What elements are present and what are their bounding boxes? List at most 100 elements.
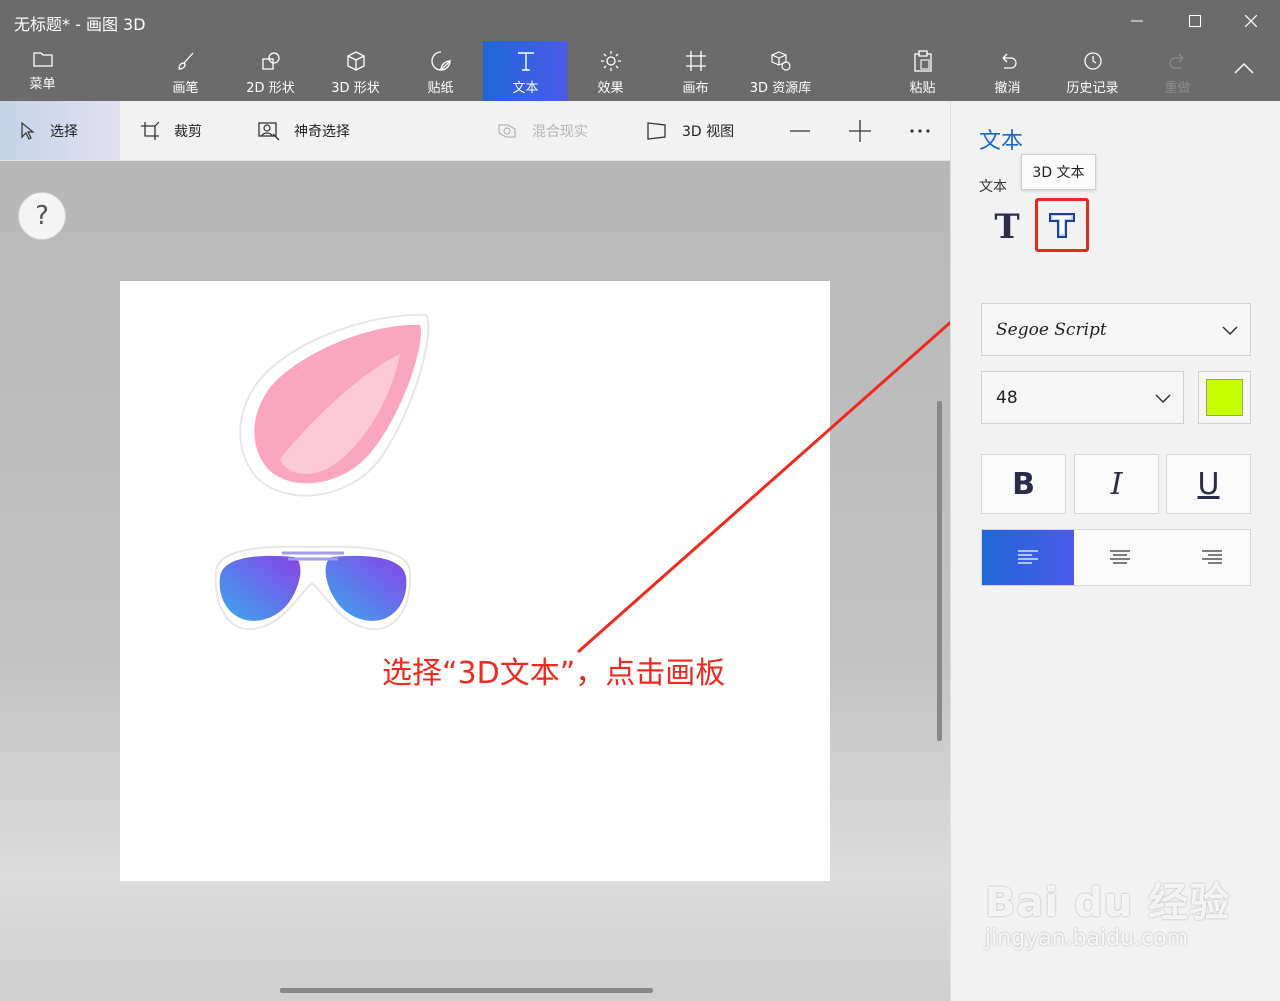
maximize-button[interactable] [1166,0,1224,41]
crop-label: 裁剪 [174,123,202,140]
magic-select-tool[interactable]: 神奇选择 [258,101,350,160]
annotation-text: 选择“3D文本”，点击画板 [382,656,726,691]
view-3d-icon [647,121,666,140]
more-options-button[interactable] [908,101,932,160]
maximize-icon [1189,14,1201,27]
paste-button[interactable]: 粘贴 [880,41,965,101]
folder-icon [32,52,53,67]
magic-select-label: 神奇选择 [294,123,350,140]
plus-icon [849,119,871,142]
mixed-reality-label: 混合现实 [532,123,588,140]
horizontal-scrollbar[interactable] [280,988,653,993]
drawing-canvas[interactable] [120,281,830,881]
alignment-group [981,529,1251,586]
text-label: 文本 [512,81,539,96]
redo-icon [1168,53,1183,69]
more-icon [910,128,930,133]
shapes-2d-button[interactable]: 2D 形状 [228,41,313,101]
workspace[interactable]: ? [0,161,950,1001]
chevron-down-icon [1155,394,1171,404]
help-button[interactable]: ? [18,192,66,240]
select-tool[interactable]: 选择 [0,101,120,160]
align-center-button[interactable] [1074,530,1166,585]
window-title: 无标题* - 画图 3D [14,15,146,34]
minus-icon [790,129,810,132]
cube-icon [346,51,365,71]
shapes-3d-button[interactable]: 3D 形状 [313,41,398,101]
minimize-button[interactable] [1108,0,1166,41]
text-button[interactable]: 文本 [483,41,568,101]
watermark-url: jingyan.baidu.com [985,926,1189,951]
library-3d-label: 3D 资源库 [749,81,812,96]
redo-label: 重做 [1164,81,1191,96]
mixed-reality-icon [498,123,516,138]
menu-label: 菜单 [29,77,56,92]
undo-label: 撤消 [994,81,1021,96]
shapes-3d-label: 3D 形状 [331,81,380,96]
library-3d-button[interactable]: 3D 资源库 [738,41,823,101]
minimize-icon [1131,20,1143,21]
watermark: Bai du 经验 jingyan.baidu.com [985,870,1230,951]
view-3d-tool[interactable]: 3D 视图 [646,101,734,160]
watermark-brand: Bai du 经验 [985,880,1231,926]
vertical-scrollbar[interactable] [937,401,942,741]
zoom-in-button[interactable] [848,101,872,160]
text-color-picker[interactable] [1198,371,1251,424]
bold-button[interactable]: B [981,454,1066,514]
collapse-ribbon-button[interactable] [1208,41,1280,101]
library-3d-icon [770,51,791,71]
text-3d-button[interactable] [1035,198,1089,252]
brushes-label: 画笔 [172,81,199,96]
magic-select-icon [258,121,280,140]
history-icon [1083,52,1102,70]
align-right-icon [1202,549,1222,564]
ribbon: 菜单 画笔 2D 形状 3D 形状 贴纸 文本 效果 画布 3D 资源库 粘贴 … [0,41,1280,101]
crop-icon [141,121,160,140]
font-size-dropdown[interactable]: 48 [981,371,1184,424]
underline-button[interactable]: U [1166,454,1251,514]
brush-icon [177,52,193,70]
menu-button[interactable]: 菜单 [0,41,85,101]
text-panel: 文本 文本 3D 文本 T Segoe Script 48 B I U [950,101,1280,1001]
crop-tool[interactable]: 裁剪 [140,101,202,160]
sunglasses-sticker[interactable] [212,543,414,633]
brushes-button[interactable]: 画笔 [143,41,228,101]
undo-icon [1002,53,1017,69]
italic-button[interactable]: I [1074,454,1159,514]
align-left-icon [1018,549,1038,564]
canvas-icon [685,51,706,71]
stickers-button[interactable]: 贴纸 [398,41,483,101]
panel-title: 文本 [979,129,1024,154]
paste-label: 粘贴 [909,81,936,96]
leaf-sticker[interactable] [230,299,440,509]
align-right-button[interactable] [1166,530,1258,585]
view-3d-label: 3D 视图 [682,123,735,140]
toolbar: 选择 裁剪 神奇选择 混合现实 3D 视图 [0,101,950,161]
font-value: Segoe Script [996,319,1107,340]
effects-button[interactable]: 效果 [568,41,653,101]
history-button[interactable]: 历史记录 [1050,41,1135,101]
sticker-icon [430,51,451,71]
shapes-2d-icon [261,52,280,70]
text-icon [517,52,534,71]
text-2d-button[interactable]: T [987,207,1027,247]
font-size-value: 48 [996,387,1018,408]
zoom-out-button[interactable] [788,101,812,160]
stickers-label: 贴纸 [427,81,454,96]
sun-icon [600,51,621,71]
shapes-2d-label: 2D 形状 [246,81,295,96]
align-left-button[interactable] [982,530,1074,585]
title-bar: 无标题* - 画图 3D [0,0,1280,41]
cursor-icon [21,121,35,140]
history-label: 历史记录 [1066,81,1119,96]
tooltip-3d-text: 3D 文本 [1021,154,1096,190]
undo-button[interactable]: 撤消 [965,41,1050,101]
canvas-button[interactable]: 画布 [653,41,738,101]
effects-label: 效果 [597,81,624,96]
mixed-reality-tool[interactable]: 混合现实 [496,101,588,160]
select-label: 选择 [50,123,78,140]
font-dropdown[interactable]: Segoe Script [981,303,1251,356]
close-button[interactable] [1222,0,1280,41]
chevron-up-icon [1234,62,1254,74]
text-3d-icon [1049,213,1075,238]
